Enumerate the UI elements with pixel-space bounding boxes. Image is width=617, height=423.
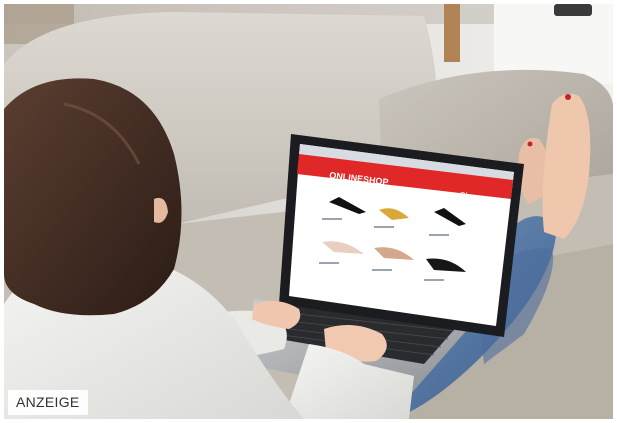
woman-laptop-shopping-photo: ONLINESHOP Shoes	[4, 4, 613, 419]
ad-label-badge: ANZEIGE	[8, 390, 88, 415]
ad-image-frame[interactable]: ONLINESHOP Shoes ANZEIGE	[4, 4, 613, 419]
